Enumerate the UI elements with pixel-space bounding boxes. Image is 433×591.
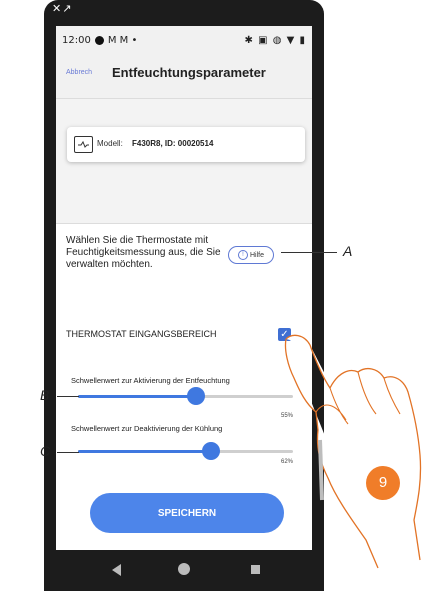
- device-card: Modell: F430R8, ID: 00020514: [67, 127, 305, 162]
- android-nav-bar: [44, 550, 324, 591]
- instruction-text: Wählen Sie die Thermostate mit Feuchtigk…: [66, 235, 221, 270]
- home-icon[interactable]: [178, 563, 190, 575]
- model-label: Modell:: [97, 139, 123, 148]
- callout-b: B: [40, 387, 50, 403]
- slider-2-fill: [78, 450, 212, 453]
- back-icon[interactable]: [112, 564, 121, 576]
- model-value: F430R8, ID: 00020514: [132, 139, 214, 148]
- clock: 12:00: [62, 34, 91, 46]
- notification-dot-icon: [94, 35, 104, 45]
- cancel-button[interactable]: Abbrech: [66, 69, 92, 76]
- slider-2-value: 62%: [281, 459, 294, 465]
- mail-icon: M M •: [107, 34, 138, 46]
- save-button[interactable]: SPEICHERN: [90, 493, 284, 533]
- close-screenshot-icon: ✕↗: [52, 2, 73, 15]
- callout-b-line: [57, 396, 79, 397]
- app-screen: 12:00 M M • ✱ ▣ ◍ ▼ ▮ Abbrech Entfeuchtu…: [56, 26, 312, 550]
- callout-c: C: [40, 443, 51, 459]
- section-divider: [56, 223, 312, 224]
- thermostat-checkbox[interactable]: ✓: [278, 328, 291, 341]
- help-button-label: Hilfe: [249, 251, 264, 259]
- step-badge: 9: [366, 466, 400, 500]
- app-header: Abbrech Entfeuchtungsparameter: [56, 54, 312, 98]
- slider-2-label: Schwellenwert zur Deaktivierung der Kühl…: [71, 424, 223, 433]
- slider-1-thumb[interactable]: [187, 387, 206, 405]
- exclamation-icon: !: [237, 250, 248, 260]
- slider-1-value: 55%: [281, 413, 294, 419]
- cooling-deactivation-slider[interactable]: [78, 442, 293, 460]
- page-title: Entfeuchtungsparameter: [112, 65, 266, 80]
- slider-1-label: Schwellenwert zur Aktivierung der Entfeu…: [71, 376, 230, 385]
- callout-c-line: [57, 452, 79, 453]
- recent-apps-icon[interactable]: [251, 565, 260, 574]
- system-icons: ✱ ▣ ◍ ▼ ▮: [244, 34, 306, 46]
- help-button[interactable]: ! Hilfe: [228, 246, 274, 264]
- status-bar: 12:00 M M • ✱ ▣ ◍ ▼ ▮: [56, 26, 312, 54]
- callout-a: A: [343, 243, 353, 259]
- thermostat-icon: [74, 136, 93, 153]
- thermostat-group-label: THERMOSTAT EINGANGSBEREICH: [66, 329, 217, 339]
- dehumidify-activation-slider[interactable]: [78, 387, 293, 405]
- callout-a-line: [281, 252, 337, 253]
- slider-1-fill: [78, 395, 197, 398]
- slider-2-thumb[interactable]: [202, 442, 221, 460]
